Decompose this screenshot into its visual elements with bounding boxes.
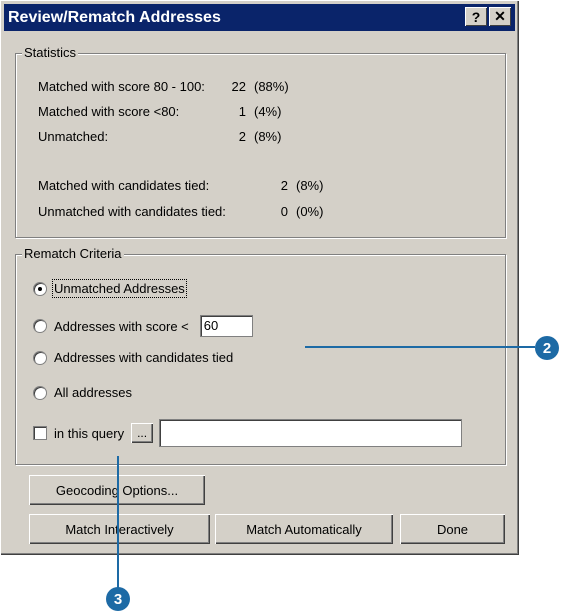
- statistics-legend: Statistics: [22, 45, 79, 60]
- option-score-below[interactable]: Addresses with score < 60: [33, 315, 253, 337]
- radio-selected-icon[interactable]: [33, 281, 47, 296]
- match-automatically-button[interactable]: Match Automatically: [215, 514, 393, 544]
- stat-pct-low: (4%): [254, 104, 282, 119]
- option-all-addresses[interactable]: All addresses: [33, 385, 132, 400]
- help-button[interactable]: ?: [465, 7, 487, 26]
- statistics-group: Statistics Matched with score 80 - 100: …: [15, 45, 506, 238]
- stat-pct-unmatched-tied: (0%): [296, 204, 324, 219]
- stat-count-high: 22: [231, 79, 246, 94]
- query-input[interactable]: [159, 419, 463, 447]
- rematch-criteria-group: Rematch Criteria Unmatched Addresses Add…: [15, 246, 506, 465]
- query-row: in this query ...: [33, 419, 463, 447]
- review-rematch-dialog: Review/Rematch Addresses ? ✕ Statistics …: [0, 0, 519, 555]
- stat-count-low: 1: [238, 104, 246, 119]
- match-interactively-button[interactable]: Match Interactively: [29, 514, 210, 544]
- done-button[interactable]: Done: [400, 514, 505, 544]
- rematch-criteria-legend: Rematch Criteria: [22, 246, 124, 261]
- stat-label-high: Matched with score 80 - 100:: [38, 79, 205, 94]
- option-label: Addresses with score <: [54, 318, 189, 334]
- radio-icon[interactable]: [33, 385, 47, 400]
- step-3-callout: 3: [106, 587, 130, 611]
- stat-count-unmatched: 2: [238, 129, 246, 144]
- radio-icon[interactable]: [33, 350, 47, 365]
- query-builder-button[interactable]: ...: [131, 423, 154, 443]
- title-bar[interactable]: Review/Rematch Addresses ? ✕: [4, 4, 515, 31]
- stat-label-low: Matched with score <80:: [38, 104, 180, 119]
- query-checkbox[interactable]: [33, 426, 47, 440]
- stat-pct-matched-tied: (8%): [296, 178, 324, 193]
- stat-count-unmatched-tied: 0: [280, 204, 288, 219]
- option-label: Addresses with candidates tied: [54, 350, 234, 365]
- score-input[interactable]: 60: [199, 315, 253, 337]
- step-2-callout: 2: [535, 336, 559, 360]
- option-label: Unmatched Addresses: [52, 279, 187, 298]
- dialog-title: Review/Rematch Addresses: [8, 8, 221, 26]
- stat-count-matched-tied: 2: [280, 178, 288, 193]
- query-label: in this query: [54, 425, 125, 441]
- option-unmatched-addresses[interactable]: Unmatched Addresses: [33, 279, 187, 298]
- close-button[interactable]: ✕: [489, 7, 511, 26]
- callout-3-leader-line: [117, 456, 119, 589]
- stat-pct-unmatched: (8%): [254, 129, 282, 144]
- stat-label-matched-tied: Matched with candidates tied:: [38, 178, 210, 193]
- radio-icon[interactable]: [33, 319, 47, 333]
- option-candidates-tied[interactable]: Addresses with candidates tied: [33, 350, 233, 365]
- callout-2-leader-line: [305, 346, 535, 348]
- stat-label-unmatched-tied: Unmatched with candidates tied:: [38, 204, 226, 219]
- stat-label-unmatched: Unmatched:: [38, 129, 109, 144]
- option-label: All addresses: [54, 385, 133, 400]
- stat-pct-high: (88%): [254, 79, 289, 94]
